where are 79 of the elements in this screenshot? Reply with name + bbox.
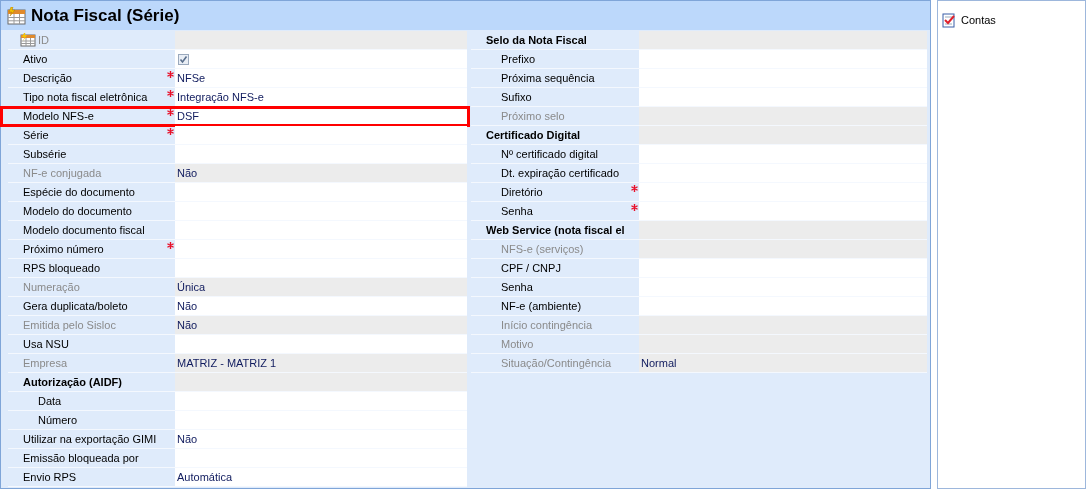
field-label: Modelo NFS-e (23, 108, 94, 124)
sidebar-item[interactable]: Contas (961, 12, 996, 29)
field-label: Modelo do documento (23, 203, 132, 219)
field-label: Envio RPS (23, 469, 77, 485)
value-field[interactable]: Não (175, 297, 467, 315)
value-field[interactable]: Integração NFS-e (175, 88, 467, 106)
value-field[interactable] (175, 335, 467, 353)
field-label: RPS bloqueado (23, 260, 101, 276)
field-label: Senha (501, 279, 533, 295)
value-field[interactable] (639, 202, 927, 220)
field-label: Numeração (23, 279, 80, 295)
value-field[interactable] (175, 183, 467, 201)
value-field[interactable] (639, 259, 927, 277)
field-label: Emissão bloqueada por (23, 450, 139, 466)
value-field[interactable] (175, 392, 467, 410)
field-label: Próximo selo (501, 108, 565, 124)
section-heading: Web Service (nota fiscal el (486, 222, 625, 238)
window-title: Nota Fiscal (Série) (31, 4, 180, 27)
value-field: Não (175, 316, 467, 334)
field-label: Próxima sequência (501, 70, 595, 86)
value-field[interactable]: Não (175, 430, 467, 448)
value-field[interactable]: Automática (175, 468, 467, 486)
checkbox[interactable] (178, 53, 189, 65)
field-label: Número (38, 412, 78, 428)
value-field: Não (175, 164, 467, 182)
value-field[interactable] (175, 411, 467, 429)
field-label: NFS-e (serviços) (501, 241, 584, 257)
value-field: MATRIZ - MATRIZ 1 (175, 354, 467, 372)
value-field[interactable]: NFSe (175, 69, 467, 87)
value-field[interactable] (639, 145, 927, 163)
value-field[interactable] (175, 259, 467, 277)
field-label: Espécie do documento (23, 184, 135, 200)
value-field[interactable] (175, 449, 467, 467)
value-field[interactable] (175, 221, 467, 239)
field-label: Empresa (23, 355, 68, 371)
field-label: Nº certificado digital (501, 146, 598, 162)
field-label: Modelo documento fiscal (23, 222, 145, 238)
field-label: Gera duplicata/boleto (23, 298, 128, 314)
value-field[interactable] (175, 240, 467, 258)
field-label: Início contingência (501, 317, 593, 333)
value-field[interactable] (175, 126, 467, 144)
value-field[interactable] (639, 164, 927, 182)
checklist-icon (942, 12, 956, 28)
field-label: NF-e conjugada (23, 165, 102, 181)
field-label: Utilizar na exportação GIMI (23, 431, 157, 447)
field-label: Ativo (23, 51, 48, 67)
value-field[interactable] (639, 88, 927, 106)
field-label: Descrição (23, 70, 72, 86)
field-label: Sufixo (501, 89, 532, 105)
field-label: Situação/Contingência (501, 355, 612, 371)
field-label: Diretório (501, 184, 543, 200)
value-field: Normal (639, 354, 927, 372)
value-field[interactable] (639, 278, 927, 296)
table-icon (7, 6, 27, 25)
field-label: Senha (501, 203, 533, 219)
value-field[interactable] (175, 145, 467, 163)
key-table-icon (20, 33, 36, 47)
field-label: Usa NSU (23, 336, 69, 352)
field-label: Subsérie (23, 146, 67, 162)
section-heading: Certificado Digital (486, 127, 581, 143)
value-field[interactable] (639, 297, 927, 315)
field-label: CPF / CNPJ (501, 260, 561, 276)
field-label: Motivo (501, 336, 534, 352)
field-label: Série (23, 127, 49, 143)
section-heading: Selo da Nota Fiscal (486, 32, 587, 48)
field-label: Dt. expiração certificado (501, 165, 619, 181)
section-heading: Autorização (AIDF) (23, 374, 122, 390)
value-field[interactable] (175, 202, 467, 220)
field-label: Prefixo (501, 51, 536, 67)
field-label: Emitida pelo Sisloc (23, 317, 116, 333)
field-label: Próximo número (23, 241, 104, 257)
field-label: Tipo nota fiscal eletrônica (23, 89, 148, 105)
value-field[interactable] (639, 69, 927, 87)
field-label: Data (38, 393, 62, 409)
value-field[interactable] (639, 183, 927, 201)
field-label: ID (38, 32, 49, 48)
field-label: NF-e (ambiente) (501, 298, 582, 314)
value-field[interactable] (639, 50, 927, 68)
value-field: Única (175, 278, 467, 296)
